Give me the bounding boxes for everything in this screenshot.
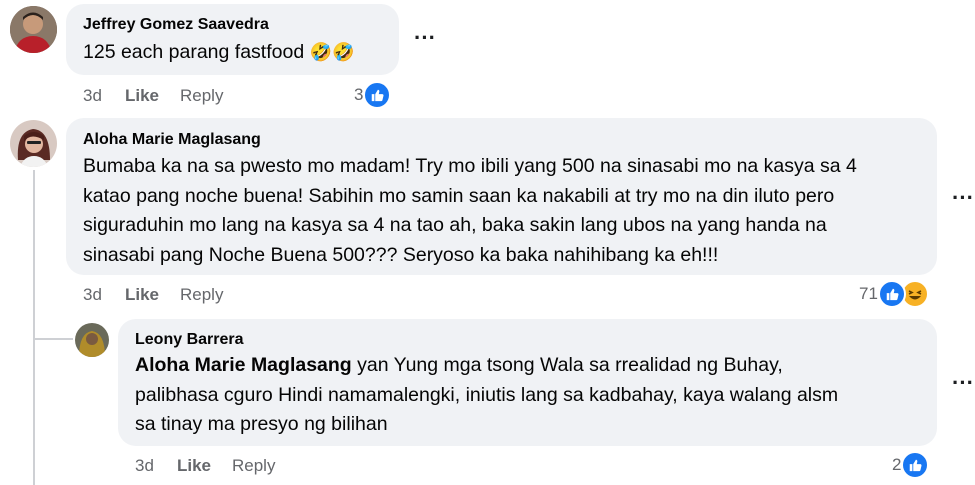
more-options-button[interactable]: ··· [952, 185, 974, 211]
comment-line: sa tinay ma presyo ng bilihan [135, 413, 388, 435]
comment-line: Aloha Marie Maglasang yan Yung mga tsong… [135, 351, 930, 381]
avatar[interactable] [10, 120, 57, 167]
comment-author[interactable]: Aloha Marie Maglasang [83, 131, 261, 149]
reaction-count: 2 [892, 455, 902, 474]
reply-button[interactable]: Reply [180, 86, 223, 106]
comment-line: Bumaba ka na sa pwesto mo madam! Try mo … [83, 155, 857, 177]
like-reaction-icon [363, 81, 392, 109]
comment-author[interactable]: Jeffrey Gomez Saavedra [83, 16, 269, 34]
like-reaction-icon [877, 280, 906, 308]
comment-line: sinasabi pang Noche Buena 500??? Seryoso… [83, 243, 719, 266]
reaction-count: 71 [859, 284, 878, 303]
mention-link[interactable]: Aloha Marie Maglasang [135, 354, 352, 376]
comment-author[interactable]: Leony Barrera [135, 331, 244, 349]
reaction-summary[interactable]: 71 [859, 280, 929, 308]
reply-button[interactable]: Reply [232, 456, 275, 476]
more-options-button[interactable]: ··· [952, 370, 974, 396]
avatar[interactable] [75, 323, 109, 357]
comment-line: palibhasa cguro Hindi namamalengki, iniu… [135, 383, 839, 406]
thread-line-vertical [33, 170, 35, 485]
like-button[interactable]: Like [125, 86, 159, 106]
comment-line: siguraduhin mo lang na kasya sa 4 na tao… [83, 214, 827, 236]
rolling-laughing-emoji: 🤣🤣 [309, 42, 355, 62]
comment-text: Bumaba ka na sa pwesto mo madam! Try mo … [83, 152, 928, 270]
like-reaction-icon [901, 451, 930, 479]
comment-text: 125 each parang fastfood 🤣🤣 [83, 38, 354, 68]
comment-timestamp[interactable]: 3d [135, 456, 154, 476]
reaction-summary[interactable]: 2 [892, 451, 930, 479]
reaction-summary[interactable]: 3 [354, 81, 392, 109]
reaction-count: 3 [354, 85, 364, 104]
like-button[interactable]: Like [125, 285, 159, 305]
reply-button[interactable]: Reply [180, 285, 223, 305]
thread-line-elbow [33, 338, 73, 340]
comment-timestamp[interactable]: 3d [83, 86, 102, 106]
more-options-button[interactable]: ··· [414, 25, 436, 51]
like-button[interactable]: Like [177, 456, 211, 476]
comment-text: Aloha Marie Maglasang yan Yung mga tsong… [135, 351, 930, 440]
avatar[interactable] [10, 6, 57, 53]
comment-text-body: 125 each parang fastfood [83, 41, 305, 63]
comment-text-body: yan Yung mga tsong Wala sa rrealidad ng … [351, 354, 783, 376]
comment-line: katao pang noche buena! Sabihin mo samin… [83, 184, 835, 207]
comment-timestamp[interactable]: 3d [83, 285, 102, 305]
